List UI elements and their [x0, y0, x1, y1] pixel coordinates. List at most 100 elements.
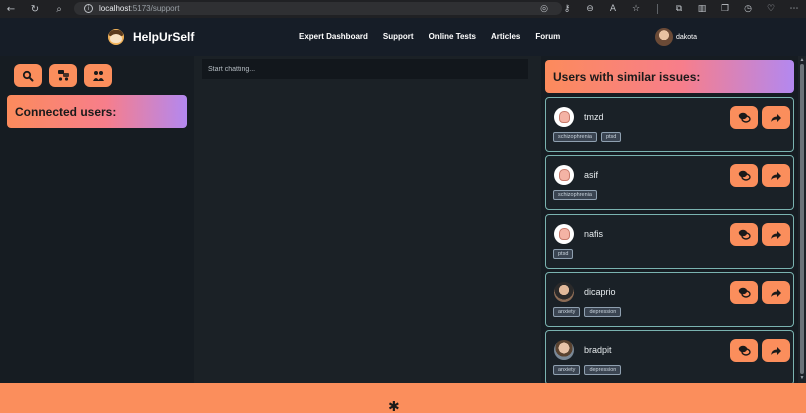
- username: dakota: [676, 33, 698, 41]
- brand-name[interactable]: HelpUrSelf: [133, 30, 194, 44]
- share-arrow-icon: [771, 113, 781, 122]
- chat-panel: [194, 56, 541, 383]
- avatar: [554, 107, 574, 127]
- connected-users-title: Connected users:: [15, 104, 117, 119]
- url-path: :5173/support: [130, 4, 180, 13]
- group-chat-button[interactable]: [49, 64, 77, 87]
- read-aloud-icon[interactable]: A: [607, 3, 619, 15]
- chat-button[interactable]: [730, 106, 758, 129]
- user-card: asif schizophrenia: [545, 155, 794, 210]
- info-icon[interactable]: i: [84, 4, 93, 13]
- search-button[interactable]: [14, 64, 42, 87]
- scroll-up-arrow-icon[interactable]: ▲: [799, 57, 805, 63]
- footer-band: ✱: [0, 383, 806, 413]
- favorite-icon[interactable]: ☆: [630, 3, 642, 15]
- share-button[interactable]: [762, 223, 790, 246]
- people-icon: [92, 71, 104, 81]
- avatar: [554, 224, 574, 244]
- chat-button[interactable]: [730, 223, 758, 246]
- user-name[interactable]: asif: [584, 170, 598, 180]
- app-navbar: HelpUrSelf Expert Dashboard Support Onli…: [0, 18, 806, 56]
- reload-icon[interactable]: ↻: [29, 3, 41, 15]
- avatar: [554, 340, 574, 360]
- history-icon[interactable]: ◷: [742, 3, 754, 15]
- group-chat-icon: [57, 70, 69, 81]
- share-arrow-icon: [771, 230, 781, 239]
- left-sidebar: Connected users:: [0, 56, 194, 383]
- chat-input[interactable]: [202, 59, 528, 79]
- key-icon[interactable]: ⚷: [561, 3, 573, 15]
- tag: depression: [584, 365, 622, 375]
- puzzle-icon: ✱: [388, 401, 400, 413]
- avatar: [554, 165, 574, 185]
- chat-bubbles-icon: [738, 170, 751, 181]
- tag-list: anxiety depression: [553, 307, 622, 317]
- location-icon[interactable]: ◎: [538, 3, 550, 15]
- tag-list: ptsd: [553, 249, 574, 259]
- tag-list: schizophrenia ptsd: [553, 132, 622, 142]
- performance-icon[interactable]: ♡: [765, 3, 777, 15]
- user-name[interactable]: bradpit: [584, 345, 612, 355]
- chat-bubbles-icon: [738, 112, 751, 123]
- chat-bubbles-icon: [738, 229, 751, 240]
- user-name[interactable]: tmzd: [584, 112, 604, 122]
- share-button[interactable]: [762, 281, 790, 304]
- connected-users-header: Connected users:: [7, 95, 187, 128]
- avatar: [554, 282, 574, 302]
- share-arrow-icon: [771, 288, 781, 297]
- share-button[interactable]: [762, 106, 790, 129]
- search-icon[interactable]: ⌕: [53, 3, 65, 15]
- tag: ptsd: [600, 132, 622, 142]
- browser-toolbar: ← ↻ ⌕ i localhost:5173/support ◎ ⚷ ⊖ A ☆…: [0, 0, 806, 18]
- tag: ptsd: [553, 249, 574, 259]
- scroll-down-arrow-icon[interactable]: ▼: [799, 375, 805, 381]
- chat-button[interactable]: [730, 339, 758, 362]
- more-icon[interactable]: ⋯: [788, 3, 800, 15]
- share-button[interactable]: [762, 164, 790, 187]
- similar-users-title: Users with similar issues:: [553, 69, 701, 84]
- share-arrow-icon: [771, 171, 781, 180]
- nav-link-support[interactable]: Support: [383, 32, 414, 41]
- tag: schizophrenia: [553, 132, 597, 142]
- user-name[interactable]: dicaprio: [584, 287, 616, 297]
- similar-users-panel: Users with similar issues: tmzd schizoph…: [541, 56, 806, 383]
- share-button[interactable]: [762, 339, 790, 362]
- tag: schizophrenia: [553, 190, 597, 200]
- user-card: nafis ptsd: [545, 214, 794, 269]
- browser-actions: ◎ ⚷ ⊖ A ☆ ⧉ ▥ ❐ ◷ ♡ ⋯: [538, 3, 800, 15]
- tag-list: schizophrenia: [553, 190, 597, 200]
- url-host: localhost: [99, 4, 131, 13]
- scroll-thumb[interactable]: [800, 64, 804, 374]
- tag: anxiety: [553, 365, 581, 375]
- brand-logo-icon[interactable]: [108, 29, 124, 45]
- similar-users-header: Users with similar issues:: [545, 60, 794, 93]
- zoom-icon[interactable]: ⊖: [584, 3, 596, 15]
- nav-link-articles[interactable]: Articles: [491, 32, 520, 41]
- chat-button[interactable]: [730, 164, 758, 187]
- nav-link-forum[interactable]: Forum: [535, 32, 560, 41]
- split-screen-icon[interactable]: ▥: [696, 3, 708, 15]
- scrollbar[interactable]: ▲ ▼: [798, 56, 806, 383]
- address-bar[interactable]: i localhost:5173/support: [74, 2, 562, 15]
- chat-button[interactable]: [730, 281, 758, 304]
- extensions-icon[interactable]: ⧉: [673, 3, 685, 15]
- nav-link-online-tests[interactable]: Online Tests: [429, 32, 476, 41]
- user-card: bradpit anxiety depression: [545, 330, 794, 383]
- chat-bubbles-icon: [738, 287, 751, 298]
- people-button[interactable]: [84, 64, 112, 87]
- tag-list: anxiety depression: [553, 365, 622, 375]
- back-icon[interactable]: ←: [5, 3, 17, 15]
- nav-link-expert-dashboard[interactable]: Expert Dashboard: [299, 32, 368, 41]
- search-icon: [22, 70, 34, 81]
- nav-links: Expert Dashboard Support Online Tests Ar…: [299, 32, 560, 41]
- tag: anxiety: [553, 307, 581, 317]
- tag: depression: [584, 307, 622, 317]
- separator: [657, 4, 658, 14]
- user-name[interactable]: nafis: [584, 229, 603, 239]
- user-menu[interactable]: dakota: [655, 28, 697, 46]
- avatar: [655, 28, 673, 46]
- share-arrow-icon: [771, 346, 781, 355]
- user-card: dicaprio anxiety depression: [545, 272, 794, 327]
- user-card: tmzd schizophrenia ptsd: [545, 97, 794, 152]
- collections-icon[interactable]: ❐: [719, 3, 731, 15]
